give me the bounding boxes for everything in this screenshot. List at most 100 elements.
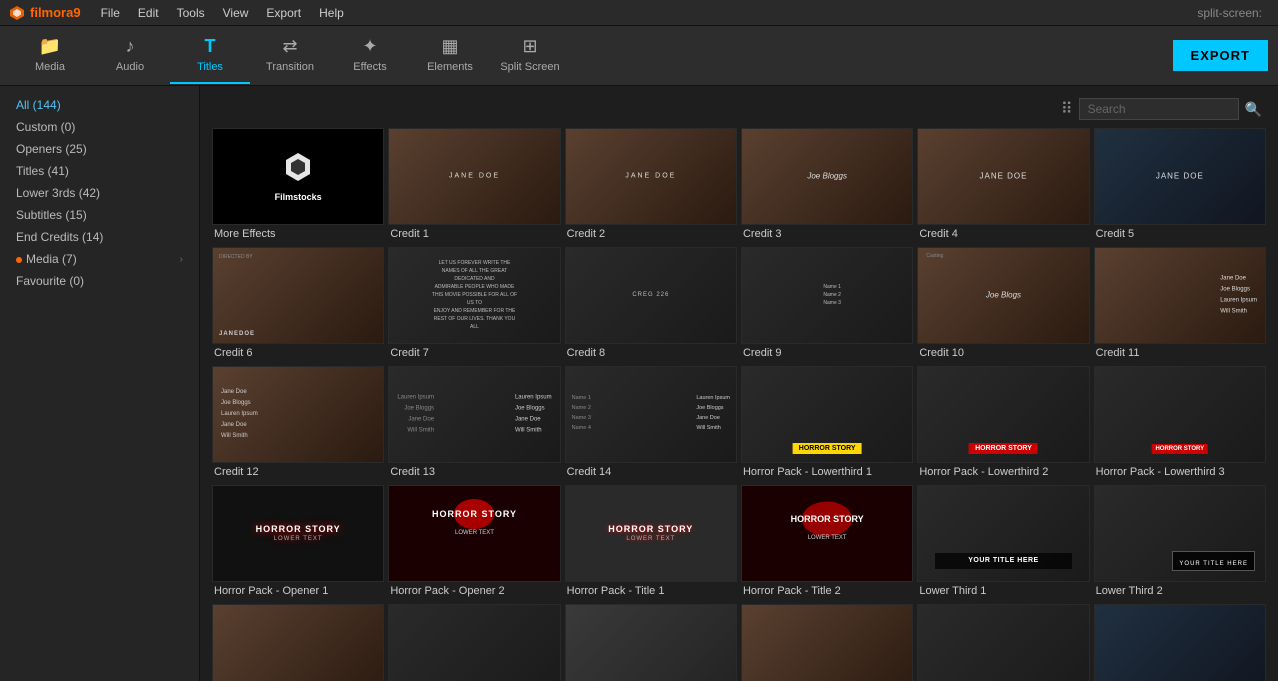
thumb-label: Credit 6	[212, 344, 384, 362]
horror-tag-dark: HORROR STORY	[1151, 444, 1208, 454]
list-item[interactable]: CREG 226 Credit 8	[565, 247, 737, 362]
list-item[interactable]: HORROR STORY Horror Pack - Lowerthird 2	[917, 366, 1089, 481]
toolbar-elements-label: Elements	[427, 61, 473, 73]
thumb-label: Horror Pack - Lowerthird 1	[741, 463, 913, 481]
list-item[interactable]: Lauren Ipsum Joe Bloggs Jane Doe Will Sm…	[388, 366, 560, 481]
sidebar-item-all[interactable]: All (144)	[0, 94, 199, 116]
toolbar-transition[interactable]: ⇄ Transition	[250, 28, 330, 84]
list-item[interactable]: Jane Doe Joe Bloggs Lauren Ipsum Jane Do…	[212, 366, 384, 481]
sidebar-item-lower3rds[interactable]: Lower 3rds (42)	[0, 182, 199, 204]
thumb-partial1	[212, 604, 384, 681]
search-input[interactable]	[1079, 98, 1239, 120]
list-item[interactable]: HORROR STORY LOWER TEXT Horror Pack - Op…	[388, 485, 560, 600]
list-item[interactable]: YOUR TITLE HERE Lower Third 2	[1094, 485, 1266, 600]
list-item[interactable]	[917, 604, 1089, 681]
list-item[interactable]: Name 1 Name 2 Name 3 Name 4 Lauren Ipsum…	[565, 366, 737, 481]
sidebar-favourite-label: Favourite (0)	[16, 274, 84, 288]
menu-help[interactable]: Help	[311, 4, 352, 22]
thumb-partial4	[741, 604, 913, 681]
list-item[interactable]: HORROR STORY Horror Pack - Lowerthird 3	[1094, 366, 1266, 481]
toolbar-elements[interactable]: ▦ Elements	[410, 28, 490, 84]
toolbar-titles-label: Titles	[197, 61, 223, 73]
sidebar-item-openers[interactable]: Openers (25)	[0, 138, 199, 160]
search-button[interactable]: 🔍	[1245, 101, 1262, 118]
thumb-horror-title2: HORROR STORY LOWER TEXT	[741, 485, 913, 582]
menu-view[interactable]: View	[215, 4, 257, 22]
titles-icon: T	[205, 36, 216, 57]
list-item[interactable]	[565, 604, 737, 681]
chevron-right-icon: ›	[180, 254, 183, 265]
sidebar-item-endcredits[interactable]: End Credits (14)	[0, 226, 199, 248]
menu-bar: filmora9 File Edit Tools View Export Hel…	[0, 0, 1278, 26]
list-item[interactable]: JANE DOE Credit 4	[917, 128, 1089, 243]
toolbar-effects[interactable]: ✦ Effects	[330, 28, 410, 84]
toolbar-media[interactable]: 📁 Media	[10, 28, 90, 84]
thumb-more-effects: Filmstocks	[212, 128, 384, 225]
sidebar-item-media[interactable]: Media (7) ›	[0, 248, 199, 270]
thumb-label: Credit 2	[565, 225, 737, 243]
horror-tag-red: HORROR STORY	[969, 443, 1038, 454]
thumb-credit10: Casting Joe Blogs	[917, 247, 1089, 344]
toolbar-transition-label: Transition	[266, 61, 314, 73]
toolbar-audio[interactable]: ♪ Audio	[90, 28, 170, 84]
thumb-horror-opener1: HORROR STORY LOWER TEXT	[212, 485, 384, 582]
thumb-horror-title1: HORROR STORY LOWER TEXT	[565, 485, 737, 582]
list-item[interactable]	[1094, 604, 1266, 681]
menu-export[interactable]: Export	[258, 4, 309, 22]
sidebar-item-custom[interactable]: Custom (0)	[0, 116, 199, 138]
thumb-partial2	[388, 604, 560, 681]
toolbar-audio-label: Audio	[116, 61, 144, 73]
toolbar-split-screen[interactable]: ⊞ Split Screen	[490, 28, 570, 84]
media-icon: 📁	[39, 36, 61, 57]
thumb-credit1: JANE DOE	[388, 128, 560, 225]
menu-file[interactable]: File	[93, 4, 128, 22]
thumb-credit6: JANEDOE DIRECTED BY	[212, 247, 384, 344]
thumb-label: Credit 3	[741, 225, 913, 243]
list-item[interactable]: JANEDOE DIRECTED BY Credit 6	[212, 247, 384, 362]
thumb-credit5: JANE DOE	[1094, 128, 1266, 225]
list-item[interactable]	[388, 604, 560, 681]
sidebar-titles-label: Titles (41)	[16, 164, 69, 178]
list-item[interactable]: JANE DOE Credit 2	[565, 128, 737, 243]
transition-icon: ⇄	[282, 36, 297, 57]
list-item[interactable]: Jane Doe Joe Bloggs Lauren Ipsum Will Sm…	[1094, 247, 1266, 362]
list-item[interactable]: Joe Bloggs Credit 3	[741, 128, 913, 243]
export-button[interactable]: EXPORT	[1173, 40, 1268, 71]
thumb-label: Credit 9	[741, 344, 913, 362]
list-item[interactable]: LET US FOREVER WRITE THE NAMES OF ALL TH…	[388, 247, 560, 362]
list-item[interactable]: HORROR STORY Horror Pack - Lowerthird 1	[741, 366, 913, 481]
thumb-horror-opener2: HORROR STORY LOWER TEXT	[388, 485, 560, 582]
thumb-label: Credit 8	[565, 344, 737, 362]
menu-edit[interactable]: Edit	[130, 4, 167, 22]
sidebar-item-favourite[interactable]: Favourite (0)	[0, 270, 199, 292]
list-item[interactable]: HORROR STORY LOWER TEXT Horror Pack - Ti…	[565, 485, 737, 600]
list-item[interactable]: HORROR STORY LOWER TEXT Horror Pack - Ti…	[741, 485, 913, 600]
thumb-label: Horror Pack - Lowerthird 3	[1094, 463, 1266, 481]
list-item[interactable]: Name 1 Name 2 Name 3 Credit 9	[741, 247, 913, 362]
list-item[interactable]: Casting Joe Blogs Credit 10	[917, 247, 1089, 362]
sidebar-item-titles[interactable]: Titles (41)	[0, 160, 199, 182]
lower-third-bar: YOUR TITLE HERE	[935, 553, 1071, 569]
sidebar-item-subtitles[interactable]: Subtitles (15)	[0, 204, 199, 226]
list-item[interactable]: HORROR STORY LOWER TEXT Horror Pack - Op…	[212, 485, 384, 600]
thumb-label: Credit 10	[917, 344, 1089, 362]
toolbar-titles[interactable]: T Titles	[170, 28, 250, 84]
split-screen-icon: ⊞	[522, 36, 537, 57]
thumb-label: More Effects	[212, 225, 384, 243]
thumb-credit7: LET US FOREVER WRITE THE NAMES OF ALL TH…	[388, 247, 560, 344]
list-item[interactable]: JANE DOE Credit 1	[388, 128, 560, 243]
thumb-horror-lower3: HORROR STORY	[1094, 366, 1266, 463]
app-logo-text: filmora9	[30, 5, 81, 20]
sidebar-all-label: All (144)	[16, 98, 61, 112]
sidebar-endcredits-label: End Credits (14)	[16, 230, 103, 244]
grid-view-icon[interactable]: ⠿	[1061, 99, 1073, 119]
list-item[interactable]: JANE DOE Credit 5	[1094, 128, 1266, 243]
thumb-credit8: CREG 226	[565, 247, 737, 344]
list-item[interactable]	[212, 604, 384, 681]
list-item[interactable]	[741, 604, 913, 681]
list-item[interactable]: Filmstocks More Effects	[212, 128, 384, 243]
toolbar-effects-label: Effects	[353, 61, 386, 73]
list-item[interactable]: YOUR TITLE HERE Lower Third 1	[917, 485, 1089, 600]
sidebar-openers-label: Openers (25)	[16, 142, 87, 156]
menu-tools[interactable]: Tools	[169, 4, 213, 22]
